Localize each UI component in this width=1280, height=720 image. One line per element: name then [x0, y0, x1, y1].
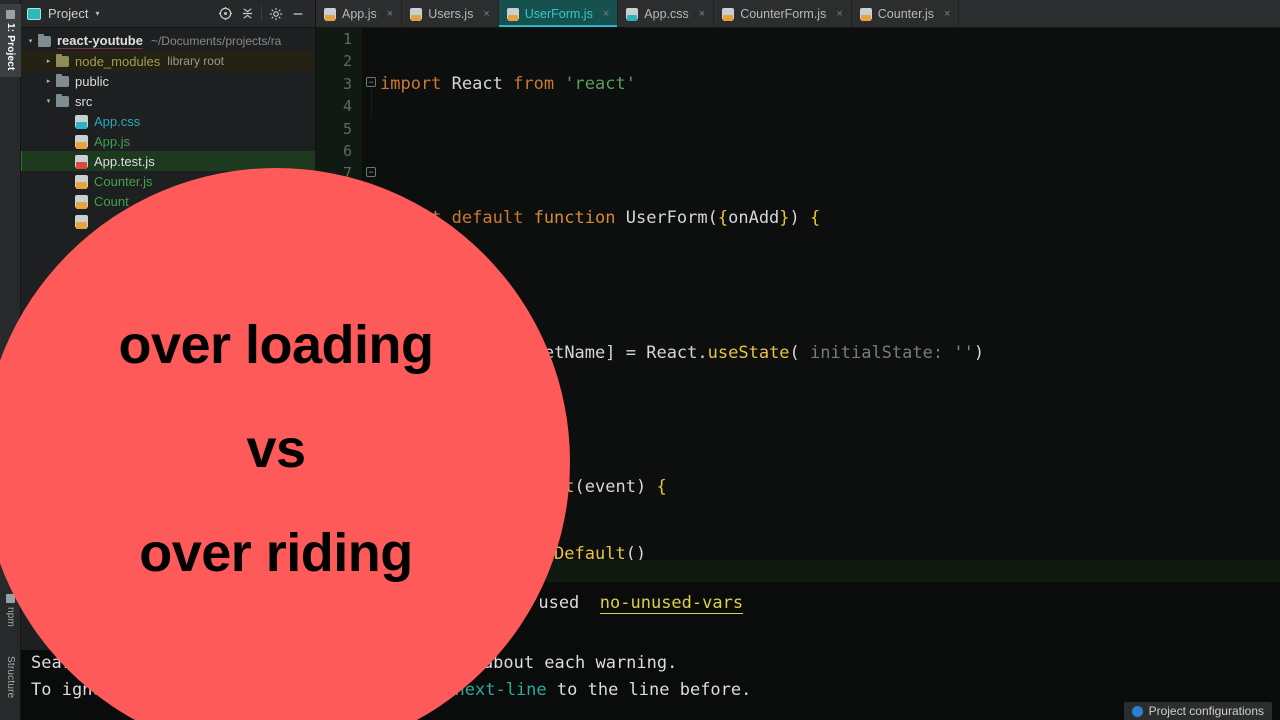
code-line-3: export default function UserForm({onAdd}… — [380, 208, 821, 229]
tree-row-public[interactable]: ▸ public — [21, 71, 315, 91]
editor-tab-counterform-js[interactable]: CounterForm.js × — [714, 0, 852, 27]
close-icon[interactable]: × — [699, 8, 705, 20]
editor-tab-label: CounterForm.js — [740, 6, 827, 21]
tree-label: App.test.js — [94, 153, 155, 169]
test-file-icon — [75, 154, 88, 169]
tree-label: public — [75, 73, 109, 89]
tree-row-app-css[interactable]: App.css — [21, 111, 315, 131]
code-line-1: import React from 'react' — [380, 73, 636, 94]
line-number: 3 — [342, 74, 352, 93]
status-bar-label: Project configurations — [1148, 704, 1264, 718]
folder-icon — [56, 93, 69, 107]
editor-tab-label: UserForm.js — [524, 6, 593, 21]
js-file-icon — [324, 7, 336, 21]
expand-arrow-icon[interactable]: ▸ — [41, 77, 56, 85]
tool-window-tab-npm-label: npm — [5, 607, 16, 628]
expand-arrow-icon[interactable]: ▾ — [41, 97, 56, 105]
close-icon[interactable]: × — [483, 8, 489, 20]
editor-tab-counter-js[interactable]: Counter.js × — [852, 0, 960, 27]
css-file-icon — [75, 114, 88, 129]
tool-window-tab-structure-label: Structure — [5, 656, 16, 699]
status-bar-project-configurations[interactable]: Project configurations — [1123, 702, 1272, 720]
editor-tab-users-js[interactable]: Users.js × — [402, 0, 499, 27]
minimize-icon[interactable] — [287, 3, 309, 25]
css-file-icon — [626, 7, 639, 21]
tree-row-src[interactable]: ▾ src — [21, 91, 315, 111]
js-file-icon — [75, 134, 88, 149]
close-icon[interactable]: × — [603, 8, 609, 20]
project-panel-title: Project — [48, 6, 89, 21]
line-number: 6 — [342, 141, 352, 160]
tree-label: react-youtube — [57, 33, 143, 49]
terminal-ignore-tail: to the line before. — [556, 680, 752, 700]
locate-icon[interactable] — [214, 3, 236, 25]
tree-label: node_modules — [75, 53, 161, 69]
tree-label: App.js — [94, 133, 131, 149]
js-file-icon — [75, 194, 88, 209]
js-file-icon — [506, 7, 519, 21]
editor-tab-userform-js[interactable]: UserForm.js × — [498, 0, 619, 27]
toolbar-divider — [261, 6, 262, 21]
editor-tab-label: Users.js — [428, 6, 474, 21]
eslint-rule-link[interactable]: no-unused-vars — [599, 593, 744, 614]
editor-tab-app-css[interactable]: App.css × — [618, 0, 715, 27]
line-number: 2 — [342, 52, 352, 71]
tree-row-node-modules[interactable]: ▸ node_modules library root — [21, 51, 315, 71]
settings-gear-icon[interactable] — [265, 3, 287, 25]
editor-tab-label: Counter.js — [877, 6, 935, 21]
tool-window-tab-project-label: 1: Project — [5, 23, 16, 71]
tree-label: src — [75, 93, 93, 109]
tree-label: Count — [94, 193, 129, 209]
run-configuration-icon — [1131, 705, 1143, 717]
expand-arrow-icon[interactable]: ▾ — [23, 37, 38, 45]
line-number: 1 — [342, 30, 352, 48]
js-file-icon — [722, 7, 735, 21]
editor-tab-app-js[interactable]: App.js × — [316, 0, 403, 27]
tool-window-tab-project[interactable]: 1: Project — [0, 4, 21, 77]
project-icon — [27, 7, 41, 20]
fold-region-icon[interactable]: − — [366, 167, 376, 208]
editor-tab-label: App.js — [342, 6, 377, 21]
close-icon[interactable]: × — [836, 8, 842, 20]
ide-window: 1: Project npm Structure Project ▾ ▾ rea… — [0, 0, 1280, 720]
fold-region-icon[interactable]: − — [366, 77, 376, 118]
line-number: 4 — [342, 97, 352, 116]
tree-detail: library root — [167, 54, 224, 68]
overlay-line-2: vs — [246, 419, 306, 479]
close-icon[interactable]: × — [387, 8, 393, 20]
js-file-icon — [859, 7, 872, 21]
tree-label: Counter.js — [94, 173, 153, 189]
js-file-icon — [75, 214, 88, 229]
tree-label: App.css — [94, 113, 141, 129]
editor-tab-label: App.css — [644, 6, 689, 21]
folder-icon — [56, 73, 69, 87]
folder-icon — [56, 53, 69, 67]
editor-tab-bar: App.js × Users.js × UserForm.js × App.cs… — [316, 0, 1280, 28]
collapse-all-icon[interactable] — [236, 3, 258, 25]
js-file-icon — [75, 174, 88, 189]
tree-row-react-youtube[interactable]: ▾ react-youtube ~/Documents/projects/ra — [21, 31, 315, 51]
project-folder-icon — [6, 10, 15, 19]
folder-icon — [38, 33, 51, 47]
project-panel-header: Project ▾ — [21, 0, 315, 28]
close-icon[interactable]: × — [944, 8, 950, 20]
tree-path: ~/Documents/projects/ra — [150, 34, 282, 48]
chevron-down-icon[interactable]: ▾ — [95, 9, 99, 18]
line-number: 5 — [342, 119, 352, 138]
overlay-line-1: over loading — [118, 315, 434, 375]
tool-window-tab-structure[interactable]: Structure — [0, 650, 21, 704]
overlay-line-3: over riding — [139, 523, 413, 583]
js-file-icon — [410, 7, 423, 21]
expand-arrow-icon[interactable]: ▸ — [41, 57, 56, 65]
tree-row-app-js[interactable]: App.js — [21, 131, 315, 151]
